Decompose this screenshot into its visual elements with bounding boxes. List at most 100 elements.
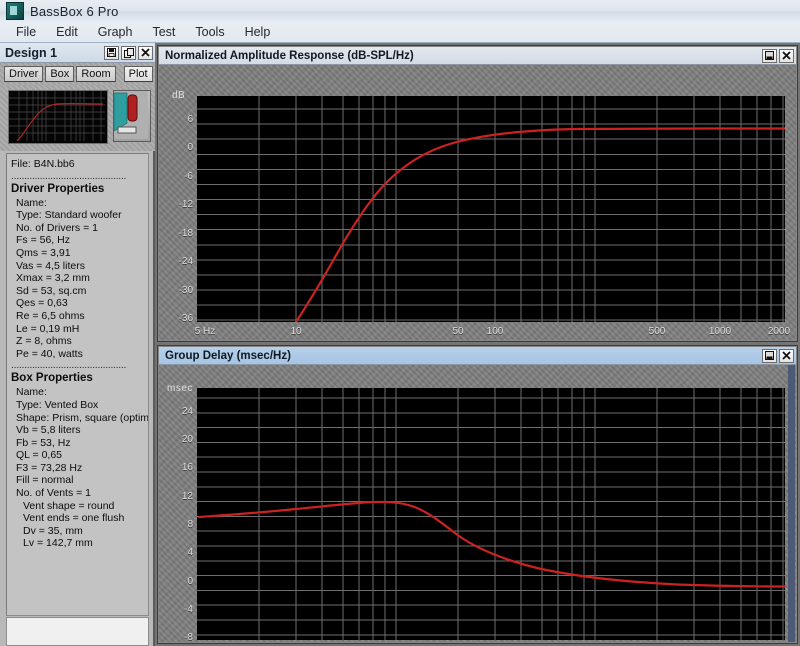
tab-room[interactable]: Room [76, 66, 115, 82]
group-delay-plot-svg [197, 388, 785, 640]
amplitude-xtick-4: 500 [637, 326, 677, 337]
group-delay-window-titlebar[interactable]: Group Delay (msec/Hz) [159, 347, 796, 365]
driver-prop-qms: Qms = 3,91 [11, 247, 148, 260]
save-icon[interactable] [104, 46, 119, 60]
box-prop-vents: No. of Vents = 1 [11, 487, 148, 500]
menu-item-edit[interactable]: Edit [46, 23, 88, 41]
app-icon [6, 2, 24, 20]
amplitude-xtick-5: 1000 [700, 326, 740, 337]
driver-prop-qes: Qes = 0,63 [11, 297, 148, 310]
amplitude-plot-svg [197, 96, 785, 322]
minimize-icon[interactable] [762, 349, 777, 363]
design-panel-title: Design 1 [5, 46, 104, 60]
box-prop-dv: Dv = 35, mm [11, 525, 148, 538]
groupdelay-ytick-8: -8 [165, 632, 193, 642]
driver-prop-re: Re = 6,5 ohms [11, 310, 148, 323]
box-properties-heading: Box Properties [11, 371, 148, 386]
box-prop-vent-ends: Vent ends = one flush [11, 512, 148, 525]
menu-item-test[interactable]: Test [142, 23, 185, 41]
file-line: File: B4N.bb6 [11, 158, 148, 171]
tab-plot[interactable]: Plot [124, 66, 153, 82]
speaker-box-icon[interactable] [113, 90, 151, 142]
box-prop-name: Name: [11, 386, 148, 399]
driver-prop-pe: Pe = 40, watts [11, 348, 148, 361]
box-prop-ql: QL = 0,65 [11, 449, 148, 462]
menu-item-tools[interactable]: Tools [185, 23, 234, 41]
groupdelay-ytick-2: 16 [165, 462, 193, 473]
close-icon[interactable] [138, 46, 153, 60]
tab-box[interactable]: Box [45, 66, 74, 82]
amplitude-window-title: Normalized Amplitude Response (dB-SPL/Hz… [165, 50, 762, 62]
amplitude-response-window: Normalized Amplitude Response (dB-SPL/Hz… [157, 45, 798, 342]
amplitude-xtick-0: 5 Hz [185, 326, 225, 337]
driver-prop-fs: Fs = 56, Hz [11, 234, 148, 247]
box-prop-fb: Fb = 53, Hz [11, 437, 148, 450]
copy-icon[interactable] [121, 46, 136, 60]
amplitude-plot-area[interactable] [197, 96, 785, 322]
driver-prop-le: Le = 0,19 mH [11, 323, 148, 336]
amplitude-xtick-6: 2000 [759, 326, 796, 337]
design-panel-footer [6, 617, 149, 646]
driver-prop-type: Type: Standard woofer [11, 209, 148, 222]
amplitude-ytick-3: -12 [165, 199, 193, 210]
amplitude-ytick-7: -36 [165, 313, 193, 324]
groupdelay-ytick-1: 20 [165, 434, 193, 445]
box-prop-fill: Fill = normal [11, 474, 148, 487]
box-prop-f3: F3 = 73,28 Hz [11, 462, 148, 475]
tab-driver[interactable]: Driver [4, 66, 43, 82]
box-prop-vent-shape: Vent shape = round [11, 500, 148, 513]
amplitude-ytick-1: 0 [165, 142, 193, 153]
amplitude-window-titlebar[interactable]: Normalized Amplitude Response (dB-SPL/Hz… [159, 47, 796, 65]
groupdelay-ytick-4: 8 [165, 519, 193, 530]
driver-prop-name: Name: [11, 197, 148, 210]
close-icon[interactable] [779, 349, 794, 363]
app-title: BassBox 6 Pro [30, 4, 119, 19]
group-delay-window-title: Group Delay (msec/Hz) [165, 350, 762, 362]
menu-item-help[interactable]: Help [235, 23, 281, 41]
group-delay-plot-area[interactable] [197, 388, 785, 640]
design-tab-row: Driver Box Room Plot [0, 63, 155, 85]
group-delay-window-body: msec 24 20 16 12 8 4 0 -4 -8 [159, 365, 796, 642]
amplitude-y-unit: dB [172, 90, 185, 101]
preview-thumbnail-chart[interactable] [8, 90, 108, 144]
driver-properties-heading: Driver Properties [11, 182, 148, 197]
amplitude-xtick-2: 50 [438, 326, 478, 337]
design-properties-list: File: B4N.bb6 ..........................… [6, 153, 149, 616]
design-preview-area [0, 85, 155, 151]
amplitude-window-body: dB 6 0 -6 -12 -18 -24 -30 -36 [159, 65, 796, 340]
minimize-icon[interactable] [762, 49, 777, 63]
driver-prop-vas: Vas = 4,5 liters [11, 260, 148, 273]
amplitude-ytick-2: -6 [165, 171, 193, 182]
amplitude-ytick-0: 6 [165, 114, 193, 125]
close-icon[interactable] [779, 49, 794, 63]
amplitude-ytick-6: -30 [165, 285, 193, 296]
separator-1: ........................................… [11, 171, 148, 182]
groupdelay-ytick-3: 12 [165, 491, 193, 502]
driver-prop-sd: Sd = 53, sq.cm [11, 285, 148, 298]
group-delay-scrollbar[interactable] [788, 365, 795, 642]
driver-prop-z: Z = 8, ohms [11, 335, 148, 348]
amplitude-ytick-5: -24 [165, 256, 193, 267]
driver-prop-xmax: Xmax = 3,2 mm [11, 272, 148, 285]
menu-bar: File Edit Graph Test Tools Help [0, 22, 800, 43]
groupdelay-ytick-5: 4 [165, 547, 193, 558]
separator-2: ........................................… [11, 360, 148, 371]
menu-item-graph[interactable]: Graph [88, 23, 143, 41]
group-delay-y-unit: msec [167, 383, 193, 394]
group-delay-window: Group Delay (msec/Hz) msec 24 20 16 12 8… [157, 345, 798, 644]
workspace: Design 1 Driver Box Room Plot [0, 43, 800, 646]
groupdelay-ytick-6: 0 [165, 576, 193, 587]
amplitude-ytick-4: -18 [165, 228, 193, 239]
menu-item-file[interactable]: File [6, 23, 46, 41]
box-prop-lv: Lv = 142,7 mm [11, 537, 148, 550]
box-prop-type: Type: Vented Box [11, 399, 148, 412]
groupdelay-ytick-7: -4 [165, 604, 193, 615]
title-bar: BassBox 6 Pro [0, 0, 800, 23]
design-panel: Design 1 Driver Box Room Plot [0, 43, 155, 646]
amplitude-xtick-1: 10 [276, 326, 316, 337]
groupdelay-ytick-0: 24 [165, 406, 193, 417]
design-panel-titlebar: Design 1 [0, 43, 155, 63]
box-prop-vb: Vb = 5,8 liters [11, 424, 148, 437]
box-prop-shape: Shape: Prism, square (optimu [11, 412, 148, 425]
bassbox-application-window: BassBox 6 Pro File Edit Graph Test Tools… [0, 0, 800, 646]
